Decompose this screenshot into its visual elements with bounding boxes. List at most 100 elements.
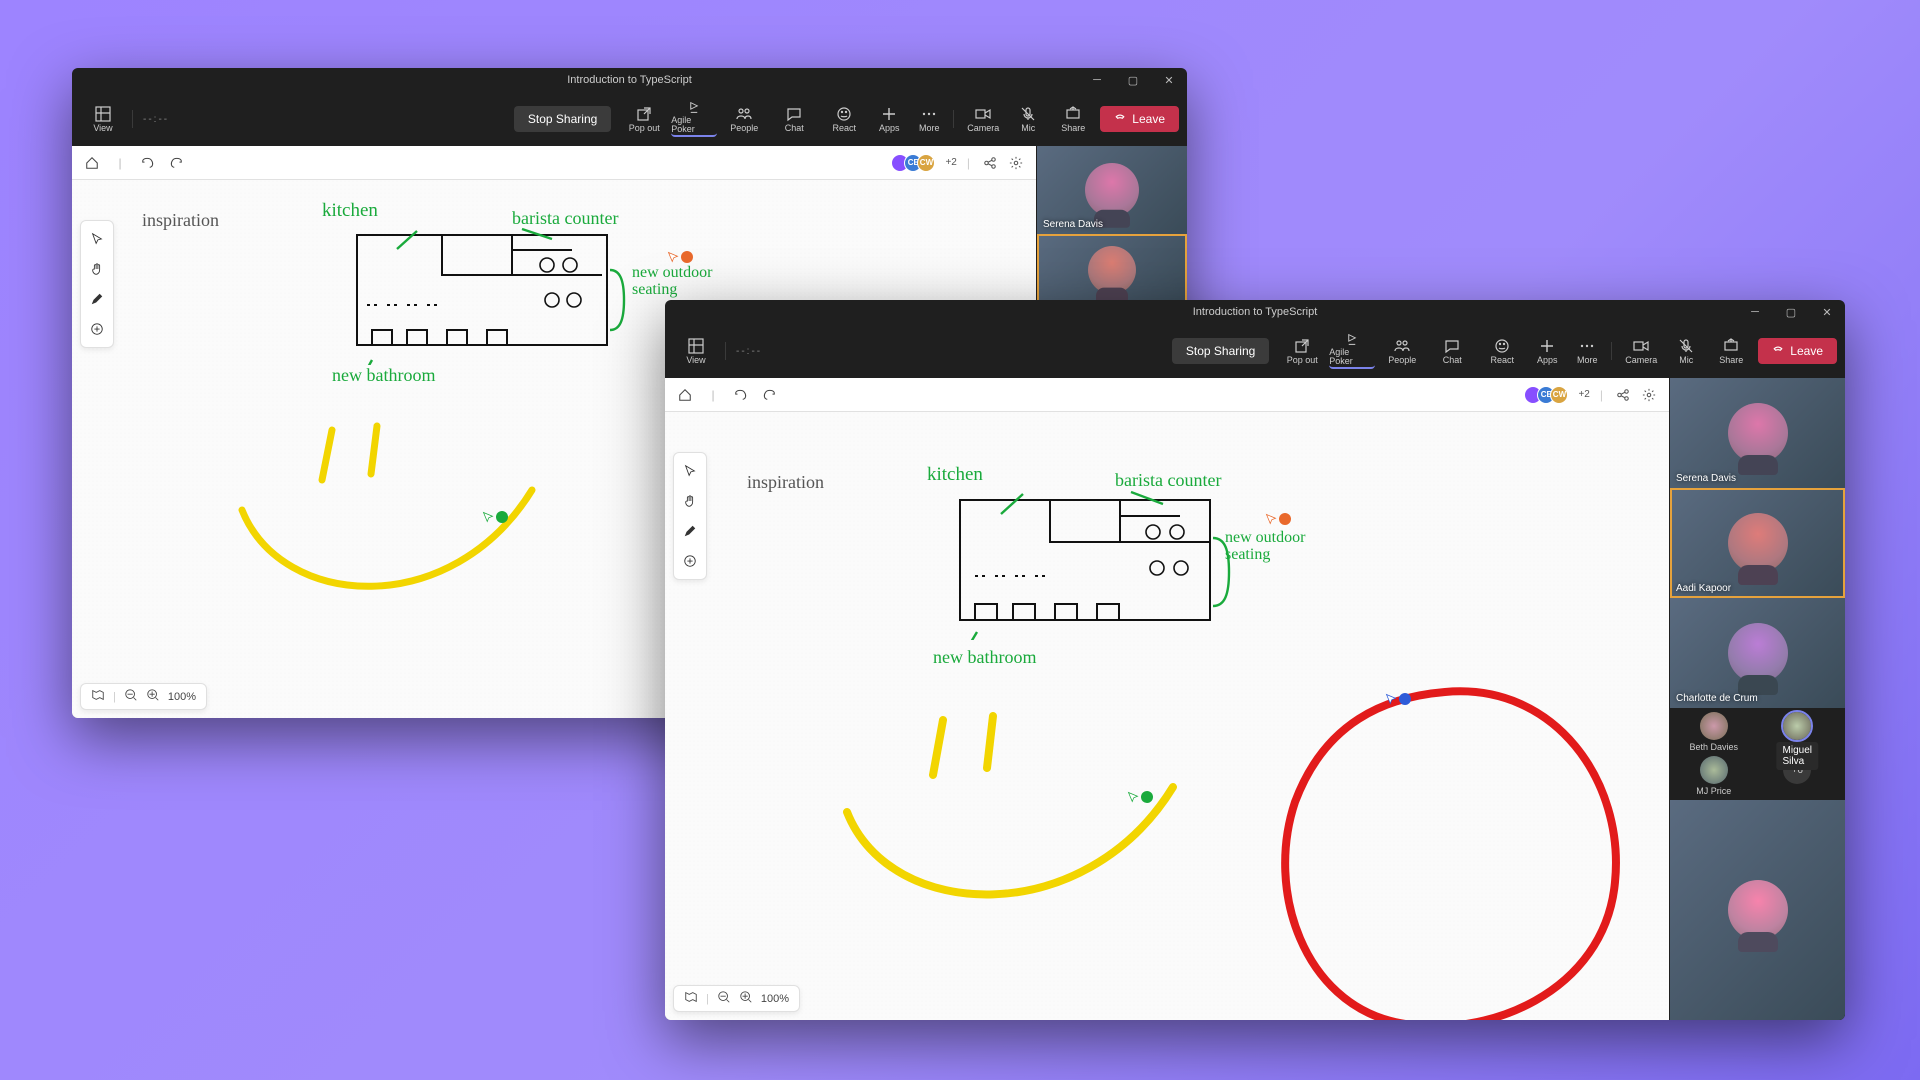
- zoom-in-button[interactable]: [146, 688, 160, 705]
- video-tile[interactable]: Serena Davis: [1670, 378, 1845, 488]
- share-icon[interactable]: [1613, 385, 1633, 405]
- window-title: Introduction to TypeScript: [1193, 306, 1318, 318]
- self-video-tile[interactable]: [1670, 800, 1845, 1020]
- minimap-icon[interactable]: [91, 688, 105, 705]
- undo-button[interactable]: [731, 385, 751, 405]
- canvas-footer-tools: | 100%: [673, 985, 800, 1012]
- presence-avatars[interactable]: CB CW: [896, 154, 935, 172]
- leave-button[interactable]: Leave: [1100, 106, 1179, 132]
- video-tile[interactable]: Aadi Kapoor: [1670, 488, 1845, 598]
- titlebar: Introduction to TypeScript ─ ▢ ✕: [72, 68, 1187, 92]
- leave-button[interactable]: Leave: [1758, 338, 1837, 364]
- zoom-out-button[interactable]: [124, 688, 138, 705]
- pen-tool[interactable]: [678, 519, 702, 543]
- video-tile[interactable]: Serena Davis: [1037, 146, 1187, 234]
- timer: --:--: [139, 114, 173, 125]
- add-tool[interactable]: [85, 317, 109, 341]
- annotation-inspiration: inspiration: [142, 210, 219, 231]
- people-button[interactable]: People: [1379, 333, 1425, 369]
- participant-thumb[interactable]: MJ Price: [1674, 756, 1754, 796]
- mic-button[interactable]: Mic: [1668, 333, 1704, 369]
- window-title: Introduction to TypeScript: [567, 74, 692, 86]
- share-icon[interactable]: [980, 153, 1000, 173]
- remote-cursor: [667, 250, 693, 268]
- remote-cursor: [1385, 692, 1411, 710]
- presence-overflow[interactable]: +2: [1578, 389, 1589, 400]
- meeting-toolbar: View --:-- Stop Sharing Pop out Agile Po…: [665, 324, 1845, 378]
- view-button[interactable]: View: [80, 101, 126, 137]
- home-icon[interactable]: [82, 153, 102, 173]
- video-tile[interactable]: [1037, 234, 1187, 306]
- video-tile[interactable]: Charlotte de Crum: [1670, 598, 1845, 708]
- participant-thumb[interactable]: Beth Davies: [1674, 712, 1754, 752]
- participant-thumbnails: Beth Davies Miguel Silva MJ Price +6: [1670, 708, 1845, 800]
- minimize-button[interactable]: ─: [1737, 300, 1773, 324]
- camera-button[interactable]: Camera: [960, 101, 1006, 137]
- canvas-tool-palette: [80, 220, 114, 348]
- chat-button[interactable]: Chat: [771, 101, 817, 137]
- more-button[interactable]: More: [1569, 333, 1605, 369]
- whiteboard-header: | CB CW +2 |: [665, 378, 1669, 412]
- titlebar: Introduction to TypeScript ─ ▢ ✕: [665, 300, 1845, 324]
- meeting-toolbar: View --:-- Stop Sharing Pop out Agile Po…: [72, 92, 1187, 146]
- popout-button[interactable]: Pop out: [621, 101, 667, 137]
- select-tool[interactable]: [678, 459, 702, 483]
- annotation-bathroom: new bathroom: [332, 365, 435, 386]
- people-button[interactable]: People: [721, 101, 767, 137]
- agile-poker-button[interactable]: Agile Poker: [1329, 333, 1375, 369]
- annotation-inspiration: inspiration: [747, 472, 824, 493]
- popout-button[interactable]: Pop out: [1279, 333, 1325, 369]
- zoom-out-button[interactable]: [717, 990, 731, 1007]
- mic-button[interactable]: Mic: [1010, 101, 1046, 137]
- apps-button[interactable]: Apps: [871, 101, 907, 137]
- gear-icon[interactable]: [1639, 385, 1659, 405]
- stop-sharing-button[interactable]: Stop Sharing: [1172, 338, 1269, 364]
- stop-sharing-button[interactable]: Stop Sharing: [514, 106, 611, 132]
- canvas-tool-palette: [673, 452, 707, 580]
- video-panel: Serena Davis Aadi Kapoor Charlotte de Cr…: [1670, 378, 1845, 1020]
- zoom-in-button[interactable]: [739, 990, 753, 1007]
- minimize-button[interactable]: ─: [1079, 68, 1115, 92]
- annotation-kitchen: kitchen: [322, 200, 378, 222]
- agile-poker-button[interactable]: Agile Poker: [671, 101, 717, 137]
- timer: --:--: [732, 346, 766, 357]
- annotation-outdoor: new outdoor seating: [632, 265, 722, 299]
- whiteboard-header: | CB CW +2 |: [72, 146, 1036, 180]
- participant-tooltip: Miguel Silva: [1777, 742, 1818, 770]
- whiteboard-canvas[interactable]: inspiration kitchen barista counter new …: [665, 412, 1669, 1020]
- share-button[interactable]: Share: [1050, 101, 1096, 137]
- redo-button[interactable]: [166, 153, 186, 173]
- react-button[interactable]: React: [1479, 333, 1525, 369]
- add-tool[interactable]: [678, 549, 702, 573]
- pan-tool[interactable]: [678, 489, 702, 513]
- react-button[interactable]: React: [821, 101, 867, 137]
- view-button[interactable]: View: [673, 333, 719, 369]
- canvas-footer-tools: | 100%: [80, 683, 207, 710]
- presence-overflow[interactable]: +2: [945, 157, 956, 168]
- undo-button[interactable]: [138, 153, 158, 173]
- maximize-button[interactable]: ▢: [1115, 68, 1151, 92]
- close-button[interactable]: ✕: [1151, 68, 1187, 92]
- remote-cursor: [482, 510, 508, 528]
- share-button[interactable]: Share: [1708, 333, 1754, 369]
- home-icon[interactable]: [675, 385, 695, 405]
- remote-cursor: [1265, 512, 1291, 530]
- camera-button[interactable]: Camera: [1618, 333, 1664, 369]
- maximize-button[interactable]: ▢: [1773, 300, 1809, 324]
- annotation-barista: barista counter: [1115, 470, 1221, 491]
- presence-avatars[interactable]: CB CW: [1529, 386, 1568, 404]
- minimap-icon[interactable]: [684, 990, 698, 1007]
- close-button[interactable]: ✕: [1809, 300, 1845, 324]
- pan-tool[interactable]: [85, 257, 109, 281]
- more-button[interactable]: More: [911, 101, 947, 137]
- redo-button[interactable]: [759, 385, 779, 405]
- zoom-level: 100%: [168, 691, 196, 703]
- apps-button[interactable]: Apps: [1529, 333, 1565, 369]
- annotation-kitchen: kitchen: [927, 464, 983, 486]
- select-tool[interactable]: [85, 227, 109, 251]
- participant-thumb[interactable]: Miguel Silva: [1758, 712, 1838, 752]
- chat-button[interactable]: Chat: [1429, 333, 1475, 369]
- remote-cursor: [1127, 790, 1153, 808]
- gear-icon[interactable]: [1006, 153, 1026, 173]
- pen-tool[interactable]: [85, 287, 109, 311]
